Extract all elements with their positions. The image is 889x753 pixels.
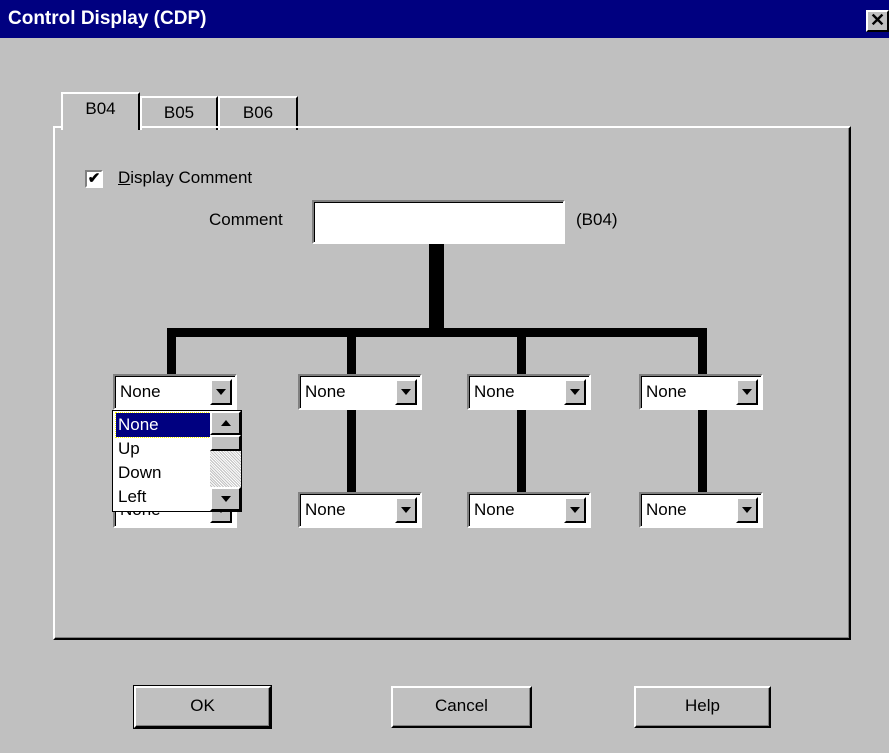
combo-bottom-4[interactable]: None — [639, 492, 763, 528]
arrow-up-icon — [221, 420, 231, 426]
combo-value: None — [646, 500, 687, 519]
tab-label: B04 — [85, 99, 116, 118]
window-title: Control Display (CDP) — [8, 8, 207, 29]
tab-label: B05 — [163, 103, 195, 122]
chevron-down-icon — [570, 507, 580, 513]
comment-input[interactable] — [312, 200, 565, 244]
combo-top-1[interactable]: None — [113, 374, 237, 410]
dropdown-option-up[interactable]: Up — [118, 437, 140, 461]
connector-vertical-3 — [517, 410, 526, 494]
arrow-down-icon — [221, 496, 231, 502]
close-button[interactable]: ✕ — [866, 10, 889, 32]
combo-bottom-3[interactable]: None — [467, 492, 591, 528]
tab-b06[interactable]: B06 — [218, 96, 298, 130]
dropdown-button[interactable] — [736, 497, 758, 523]
combo-top-4[interactable]: None — [639, 374, 763, 410]
comment-tag: (B04) — [576, 210, 618, 229]
chevron-down-icon — [742, 389, 752, 395]
combo-value: None — [305, 382, 346, 401]
dropdown-button[interactable] — [736, 379, 758, 405]
combo-value: None — [305, 500, 346, 519]
help-button[interactable]: Help — [634, 686, 771, 728]
display-comment-label[interactable]: Display Comment — [118, 168, 252, 188]
checkmark-icon: ✔ — [87, 170, 101, 187]
scroll-up-button[interactable] — [210, 411, 241, 435]
scroll-thumb[interactable] — [210, 435, 241, 451]
tab-b05[interactable]: B05 — [140, 96, 218, 130]
chevron-down-icon — [216, 389, 226, 395]
scroll-down-button[interactable] — [210, 487, 241, 511]
connector-drop-1 — [167, 328, 176, 376]
close-icon: ✕ — [869, 10, 886, 30]
combo-bottom-2[interactable]: None — [298, 492, 422, 528]
connector-drop-2 — [347, 328, 356, 376]
dropdown-option-down[interactable]: Down — [118, 461, 161, 485]
ok-button[interactable]: OK — [133, 685, 272, 729]
dropdown-scrollbar[interactable] — [210, 411, 241, 511]
combo-value: None — [474, 382, 515, 401]
connector-horizontal — [167, 328, 707, 337]
dropdown-button[interactable] — [564, 379, 586, 405]
dropdown-option-left[interactable]: Left — [118, 485, 146, 509]
dropdown-button[interactable] — [395, 497, 417, 523]
combo-value: None — [474, 500, 515, 519]
dropdown-button[interactable] — [210, 379, 232, 405]
chevron-down-icon — [401, 507, 411, 513]
display-comment-checkbox[interactable]: ✔ — [85, 170, 103, 188]
comment-label: Comment — [209, 210, 283, 229]
chevron-down-icon — [570, 389, 580, 395]
tab-label: B06 — [242, 103, 274, 122]
combo-top-3[interactable]: None — [467, 374, 591, 410]
connector-drop-4 — [698, 328, 707, 376]
tab-b04[interactable]: B04 — [61, 92, 140, 130]
combo-top-2[interactable]: None — [298, 374, 422, 410]
connector-trunk — [429, 243, 444, 335]
dropdown-button[interactable] — [395, 379, 417, 405]
connector-vertical-2 — [347, 410, 356, 494]
connector-drop-3 — [517, 328, 526, 376]
dropdown-option-none[interactable]: None — [115, 412, 213, 438]
combo-value: None — [120, 382, 161, 401]
combo-value: None — [646, 382, 687, 401]
connector-vertical-4 — [698, 410, 707, 494]
chevron-down-icon — [401, 389, 411, 395]
dropdown-button[interactable] — [564, 497, 586, 523]
chevron-down-icon — [742, 507, 752, 513]
dropdown-list[interactable]: None Up Down Left — [112, 410, 242, 512]
cancel-button[interactable]: Cancel — [391, 686, 532, 728]
